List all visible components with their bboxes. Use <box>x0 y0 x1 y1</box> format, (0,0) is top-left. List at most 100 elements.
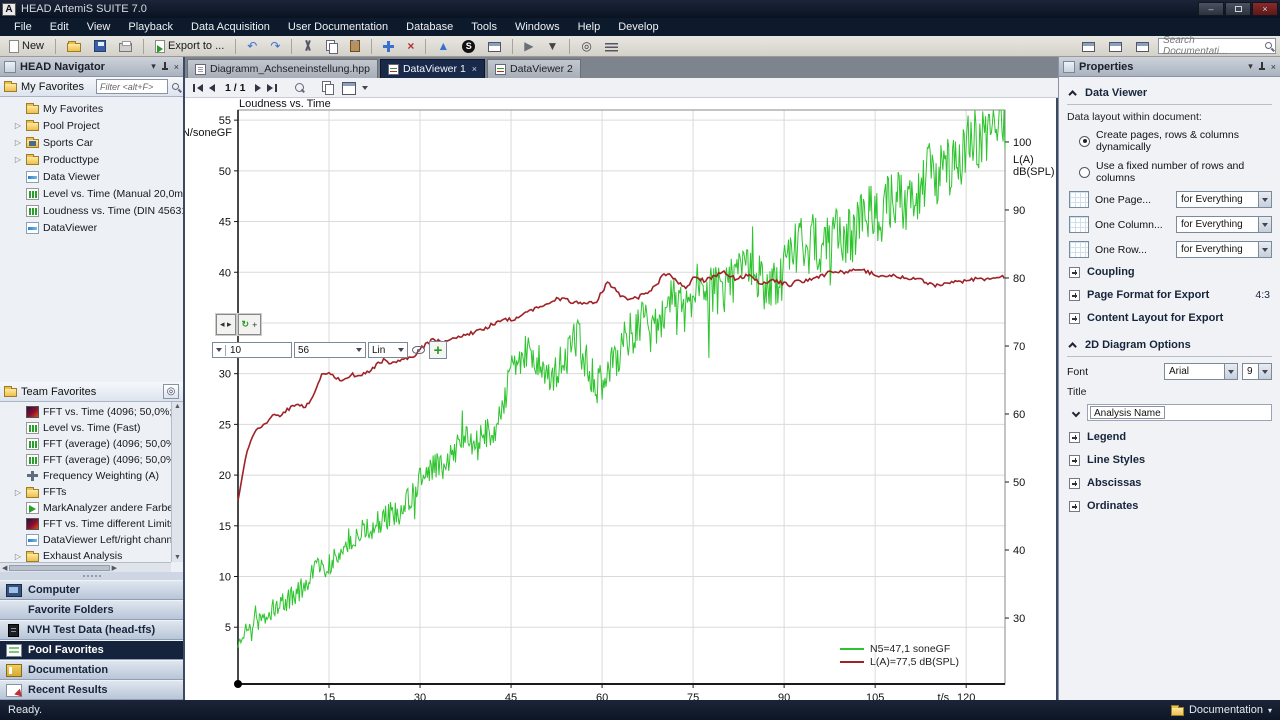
expander-row[interactable]: Ordinates <box>1069 500 1272 512</box>
panel-menu-icon[interactable]: ▾ <box>151 61 156 72</box>
menu-item[interactable]: Data Acquisition <box>183 20 278 34</box>
add-axis-button[interactable]: + <box>429 341 447 359</box>
expander-row[interactable]: Content Layout for Export <box>1069 312 1272 324</box>
tree-item[interactable]: Loudness vs. Time (DIN 45631 / A1) <box>14 202 183 219</box>
redo-button[interactable]: ↷ <box>265 37 285 55</box>
axis-pan-buttons[interactable]: ◂ ▸ <box>216 314 236 335</box>
expand-arrow-icon[interactable]: ▷ <box>14 121 22 130</box>
last-page-button[interactable] <box>267 83 278 92</box>
scale-max-combo[interactable]: 56 <box>294 342 366 358</box>
tree-item[interactable]: ▷ Pool Project <box>14 117 183 134</box>
radio-unselected-icon[interactable] <box>1079 166 1090 178</box>
font-size-select[interactable]: 9 <box>1242 363 1272 380</box>
upload-button[interactable]: ▲ <box>432 37 454 55</box>
play-button[interactable]: ▶ <box>519 37 538 55</box>
export-button[interactable]: Export to ... <box>150 38 229 55</box>
radio-selected-icon[interactable] <box>1079 135 1090 147</box>
filter-input[interactable]: Filter <alt+F> <box>96 79 168 94</box>
expand-plus-icon[interactable] <box>1069 500 1080 512</box>
radio-fixed-layout[interactable]: Use a fixed number of rows and columns <box>1079 160 1272 184</box>
tree-item[interactable]: ▷ FFTs <box>14 484 171 500</box>
tree-item[interactable]: Frequency Weighting (A) <box>14 468 171 484</box>
layout-two-button[interactable] <box>1104 38 1127 54</box>
expander-row[interactable]: Page Format for Export 4:3 <box>1069 289 1272 301</box>
layout-row-select[interactable]: for Everything <box>1176 216 1272 233</box>
tree-item[interactable]: Data Viewer <box>14 168 183 185</box>
documentation-dropdown[interactable]: Documentation ▾ <box>1170 704 1272 716</box>
settings-button[interactable]: ◎ <box>576 37 596 55</box>
panel-splitter[interactable] <box>0 572 183 580</box>
expand-arrow-icon[interactable]: ▷ <box>14 138 22 147</box>
scale-type-combo[interactable]: Lin <box>368 342 408 358</box>
tree-item[interactable]: FFT (average) (4096; 50,0%; HAN) <box>14 436 171 452</box>
document-tab[interactable]: DataViewer 1 × <box>379 59 486 78</box>
team-settings-button[interactable]: ◎ <box>163 384 179 399</box>
panel-close-icon[interactable]: × <box>174 62 179 72</box>
menu-item[interactable]: Tools <box>463 20 505 34</box>
undo-button[interactable]: ↶ <box>242 37 262 55</box>
expander-row[interactable]: Coupling <box>1069 266 1272 278</box>
loudness-vs-time-chart[interactable]: 5101520253035404550553040506070809010015… <box>185 98 1058 700</box>
horizontal-scrollbar[interactable]: ◀ ▶ <box>0 562 171 572</box>
visibility-eye-icon[interactable] <box>412 346 425 354</box>
tree-item[interactable]: MarkAnalyzer andere Farben <box>14 500 171 516</box>
scroll-left-icon[interactable]: ◀ <box>2 564 7 572</box>
new-button[interactable]: New <box>4 38 49 55</box>
analysis-name-input[interactable]: Analysis Name <box>1087 404 1272 421</box>
navigator-section-button[interactable]: Recent Results <box>0 680 183 700</box>
tree-item[interactable]: ▷ Sports Car <box>14 134 183 151</box>
navigator-section-button[interactable]: Computer <box>0 580 183 600</box>
tab-close-icon[interactable]: × <box>472 64 477 74</box>
menu-item[interactable]: Edit <box>42 20 77 34</box>
select-dropdown-button[interactable] <box>1258 192 1271 207</box>
paste-button[interactable] <box>345 38 365 54</box>
scale-min-combo[interactable]: 10 <box>212 342 292 358</box>
scroll-up-icon[interactable]: ▲ <box>174 403 181 410</box>
expand-plus-icon[interactable] <box>1069 431 1080 443</box>
menu-item[interactable]: Playback <box>120 20 181 34</box>
previous-page-button[interactable] <box>209 83 215 92</box>
filter-search-icon[interactable] <box>172 83 179 90</box>
zoom-icon[interactable] <box>295 83 305 92</box>
panel-close-icon[interactable]: × <box>1271 62 1276 72</box>
scrollbar-thumb[interactable] <box>9 564 110 571</box>
tree-item[interactable]: ▷ Exhaust Analysis <box>14 548 171 562</box>
scroll-down-icon[interactable]: ▼ <box>174 554 181 561</box>
expander-row[interactable]: Legend <box>1069 431 1272 443</box>
move-button[interactable] <box>378 38 399 54</box>
tree-item[interactable]: FFT (average) (4096; 50,0%; HAN; A <box>14 452 171 468</box>
layout-row-select[interactable]: for Everything <box>1176 191 1272 208</box>
maximize-button[interactable] <box>1225 2 1251 16</box>
select-dropdown-button[interactable] <box>1224 364 1237 379</box>
section-2d-diagram-options[interactable]: 2D Diagram Options <box>1067 335 1272 357</box>
open-button[interactable] <box>62 38 86 54</box>
next-page-button[interactable] <box>255 83 262 92</box>
tree-item[interactable]: ▷ Producttype <box>14 151 183 168</box>
expand-arrow-icon[interactable]: ▷ <box>14 155 22 164</box>
documentation-search[interactable]: Search Documentati... <box>1158 35 1276 57</box>
layout-one-button[interactable] <box>1077 38 1100 54</box>
navigator-section-button[interactable]: Favorite Folders <box>0 600 183 620</box>
layout-row-select[interactable]: for Everything <box>1176 241 1272 258</box>
save-button[interactable] <box>89 38 111 54</box>
navigator-section-button[interactable]: NVH Test Data (head-tfs) <box>0 620 183 640</box>
document-tab[interactable]: DataViewer 2 <box>487 59 581 78</box>
expander-row[interactable]: Abscissas <box>1069 477 1272 489</box>
close-button[interactable]: × <box>1252 2 1278 16</box>
pin-icon[interactable] <box>1258 62 1266 71</box>
expand-plus-icon[interactable] <box>1069 477 1080 489</box>
expand-plus-icon[interactable] <box>1069 312 1080 324</box>
chevron-down-icon[interactable] <box>1071 408 1081 417</box>
select-dropdown-button[interactable] <box>1258 242 1271 257</box>
window-view-button[interactable] <box>483 38 506 54</box>
navigator-section-button[interactable]: Documentation <box>0 660 183 680</box>
menu-item[interactable]: User Documentation <box>280 20 396 34</box>
expand-plus-icon[interactable] <box>1069 454 1080 466</box>
select-dropdown-button[interactable] <box>1258 217 1271 232</box>
tree-item[interactable]: DataViewer <box>14 219 183 236</box>
cut-button[interactable] <box>298 38 318 54</box>
tree-item[interactable]: Level vs. Time (Manual 20,0ms; A) <box>14 185 183 202</box>
menu-item[interactable]: Develop <box>610 20 666 34</box>
layout-three-button[interactable] <box>1131 38 1154 54</box>
tree-item[interactable]: DataViewer Left/right channels <box>14 532 171 548</box>
